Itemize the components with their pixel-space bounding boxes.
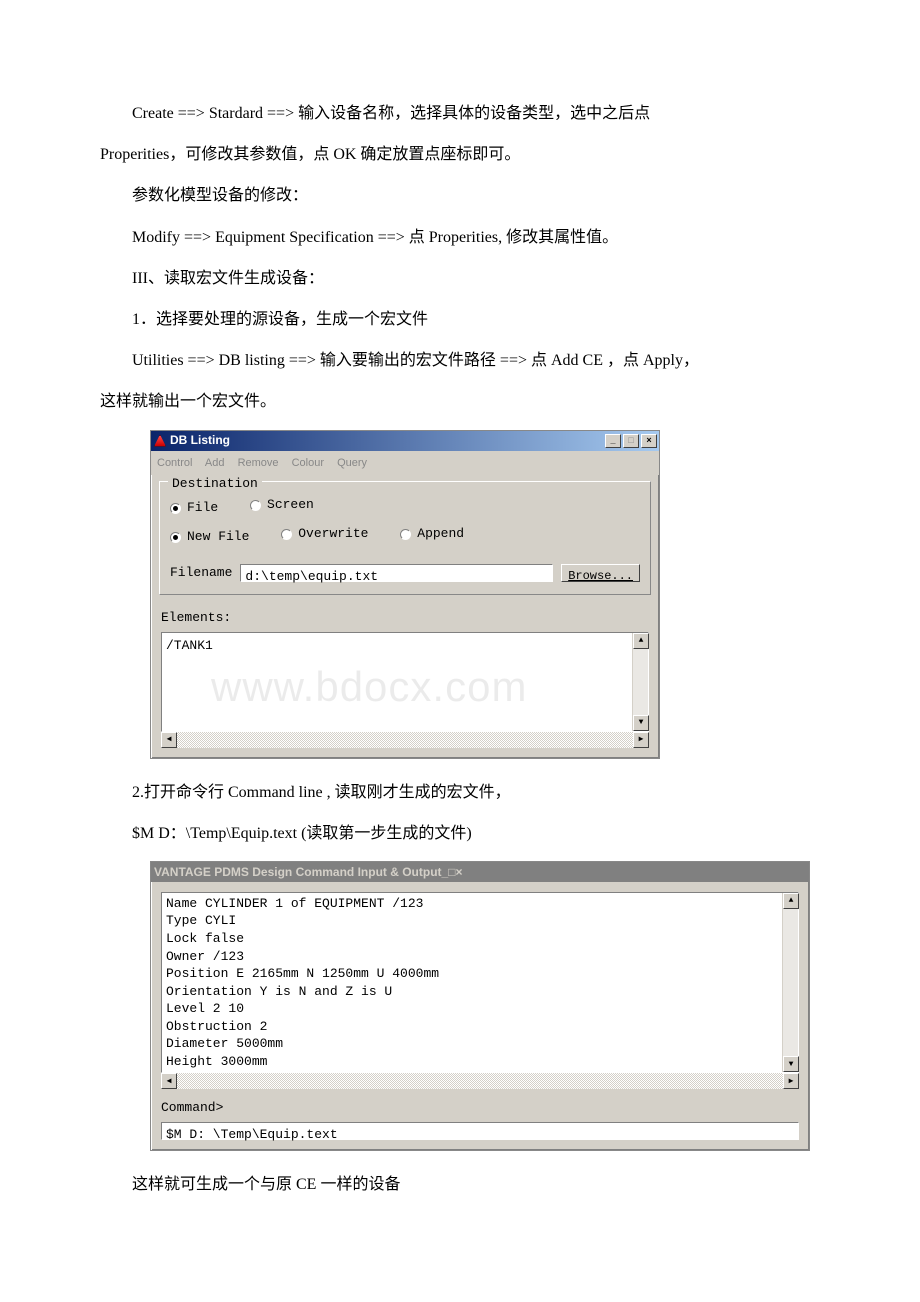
vertical-scrollbar[interactable]: ▲ ▼ bbox=[782, 893, 798, 1072]
elements-listbox[interactable]: /TANK1 ▲ ▼ bbox=[161, 632, 649, 732]
destination-group: Destination File Screen New File Overwri… bbox=[159, 481, 651, 595]
radio-screen[interactable]: Screen bbox=[250, 494, 314, 516]
command-label: Command> bbox=[151, 1095, 809, 1121]
list-item[interactable]: /TANK1 bbox=[162, 633, 632, 731]
paragraph-1a: Create ==> Stardard ==> 输入设备名称，选择具体的设备类型… bbox=[100, 100, 820, 127]
scroll-up-icon[interactable]: ▲ bbox=[633, 633, 649, 649]
paragraph-5: 1．选择要处理的源设备，生成一个宏文件 bbox=[100, 306, 820, 333]
paragraph-9: 这样就可生成一个与原 CE 一样的设备 bbox=[100, 1171, 820, 1198]
horizontal-scrollbar[interactable]: ◀ ▶ bbox=[161, 1073, 799, 1089]
menu-colour[interactable]: Colour bbox=[292, 457, 324, 469]
paragraph-4: III、读取宏文件生成设备： bbox=[100, 265, 820, 292]
close-button[interactable]: × bbox=[455, 862, 462, 882]
minimize-button[interactable]: _ bbox=[442, 862, 449, 882]
menu-control[interactable]: Control bbox=[157, 457, 192, 469]
titlebar[interactable]: DB Listing _ □ × bbox=[151, 431, 659, 451]
elements-label: Elements: bbox=[151, 605, 659, 631]
scroll-down-icon[interactable]: ▼ bbox=[633, 715, 649, 731]
maximize-button[interactable]: □ bbox=[623, 434, 639, 448]
paragraph-7: 2.打开命令行 Command line , 读取刚才生成的宏文件， bbox=[100, 779, 820, 806]
paragraph-8: $M D：\Temp\Equip.text (读取第一步生成的文件) bbox=[100, 820, 820, 847]
menu-remove[interactable]: Remove bbox=[238, 457, 279, 469]
horizontal-scrollbar[interactable]: ◀ ▶ bbox=[161, 732, 649, 748]
window-title: DB Listing bbox=[170, 430, 603, 450]
paragraph-1b: Properities，可修改其参数值，点 OK 确定放置点座标即可。 bbox=[100, 141, 820, 168]
menubar: Control Add Remove Colour Query bbox=[151, 451, 659, 476]
menu-add[interactable]: Add bbox=[205, 457, 225, 469]
scroll-right-icon[interactable]: ▶ bbox=[783, 1073, 799, 1089]
paragraph-6a: Utilities ==> DB listing ==> 输入要输出的宏文件路径… bbox=[100, 347, 820, 374]
scroll-left-icon[interactable]: ◀ bbox=[161, 1073, 177, 1089]
vertical-scrollbar[interactable]: ▲ ▼ bbox=[632, 633, 648, 731]
scroll-down-icon[interactable]: ▼ bbox=[783, 1056, 799, 1072]
scroll-left-icon[interactable]: ◀ bbox=[161, 732, 177, 748]
filename-label: Filename bbox=[170, 562, 232, 584]
close-button[interactable]: × bbox=[641, 434, 657, 448]
radio-new-file[interactable]: New File bbox=[170, 526, 249, 548]
maximize-button[interactable]: □ bbox=[448, 862, 455, 882]
window-title: VANTAGE PDMS Design Command Input & Outp… bbox=[154, 862, 442, 882]
output-textarea[interactable]: Name CYLINDER 1 of EQUIPMENT /123 Type C… bbox=[161, 892, 799, 1073]
command-input[interactable]: $M D: \Temp\Equip.text bbox=[161, 1122, 799, 1140]
filename-input[interactable]: d:\temp\equip.txt bbox=[240, 564, 553, 582]
paragraph-3: Modify ==> Equipment Specification ==> 点… bbox=[100, 224, 820, 251]
menu-query[interactable]: Query bbox=[337, 457, 367, 469]
radio-append[interactable]: Append bbox=[400, 523, 464, 545]
db-listing-dialog: DB Listing _ □ × Control Add Remove Colo… bbox=[150, 430, 660, 759]
radio-overwrite[interactable]: Overwrite bbox=[281, 523, 368, 545]
scroll-up-icon[interactable]: ▲ bbox=[783, 893, 799, 909]
minimize-button[interactable]: _ bbox=[605, 434, 621, 448]
titlebar[interactable]: VANTAGE PDMS Design Command Input & Outp… bbox=[151, 862, 809, 882]
paragraph-6b: 这样就输出一个宏文件。 bbox=[100, 388, 820, 415]
radio-file[interactable]: File bbox=[170, 497, 218, 519]
browse-button[interactable]: Browse... bbox=[561, 564, 640, 582]
destination-legend: Destination bbox=[168, 473, 262, 495]
app-icon bbox=[154, 435, 166, 447]
command-io-dialog: VANTAGE PDMS Design Command Input & Outp… bbox=[150, 861, 810, 1151]
paragraph-2: 参数化模型设备的修改： bbox=[100, 182, 820, 209]
scroll-right-icon[interactable]: ▶ bbox=[633, 732, 649, 748]
